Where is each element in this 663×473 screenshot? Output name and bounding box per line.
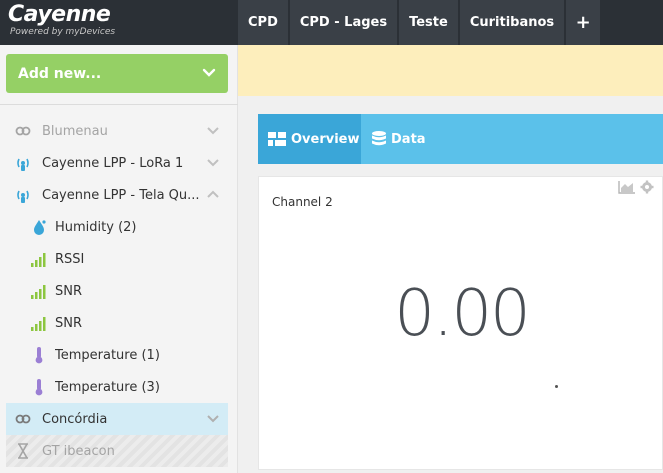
sidebar-item-lora-1[interactable]: Cayenne LPP - LoRa 1	[6, 147, 228, 179]
sidebar-divider	[0, 104, 238, 105]
sidebar-item-label: Humidity (2)	[55, 219, 137, 235]
sidebar-item-label: Concórdia	[42, 411, 108, 427]
wireless-device-icon	[17, 190, 29, 203]
tab-curitibanos[interactable]: Curitibanos	[459, 0, 565, 45]
chevron-down-icon	[202, 68, 216, 77]
cayenne-logo[interactable]: Cayenne Powered by myDevices	[8, 2, 238, 45]
tab-teste[interactable]: Teste	[399, 0, 458, 45]
sidebar-item-label: GT ibeacon	[42, 443, 115, 459]
sidebar-item-blumenau[interactable]: Blumenau	[6, 115, 228, 147]
signal-bars-icon	[31, 285, 46, 299]
chevron-up-icon[interactable]	[206, 189, 220, 201]
sidebar-item-label: RSSI	[55, 251, 85, 267]
tab-overview-label: Overview	[291, 131, 360, 147]
sidebar-item-concordia[interactable]: Concórdia	[6, 403, 228, 435]
sidebar-item-humidity[interactable]: Humidity (2)	[6, 211, 228, 243]
link-icon	[15, 126, 31, 136]
tab-data[interactable]: Data	[361, 114, 441, 164]
sidebar-item-label: SNR	[55, 283, 83, 299]
widget-toolbar	[618, 180, 654, 194]
dashboard-icon	[268, 132, 286, 146]
gear-icon[interactable]	[640, 180, 654, 194]
tab-cpd[interactable]: CPD	[238, 0, 288, 45]
sidebar-item-label: Cayenne LPP - Tela Qu...	[42, 187, 200, 203]
channel-widget: Channel 2 0.00	[258, 176, 663, 470]
add-new-label: Add new...	[18, 65, 102, 82]
sidebar-item-label: Temperature (1)	[55, 347, 160, 363]
widget-value: 0.00	[394, 277, 531, 351]
sidebar-item-label: Temperature (3)	[55, 379, 160, 395]
sidebar-item-label: Blumenau	[42, 123, 108, 139]
sidebar-item-snr[interactable]: SNR	[6, 275, 228, 307]
sidebar-item-label: SNR	[55, 315, 83, 331]
chevron-down-icon[interactable]	[206, 157, 220, 169]
tab-data-label: Data	[391, 131, 426, 147]
notification-banner	[238, 45, 663, 96]
sidebar-item-temperature-3[interactable]: Temperature (3)	[6, 371, 228, 403]
widget-title: Channel 2	[272, 195, 333, 209]
signal-bars-icon	[31, 253, 46, 267]
top-bar: Cayenne Powered by myDevices CPD CPD - L…	[0, 0, 663, 45]
logo-title: Cayenne	[8, 2, 111, 27]
link-icon	[15, 414, 31, 424]
project-tabs: CPD CPD - Lages Teste Curitibanos +	[238, 0, 602, 45]
content-tabs: Overview Data	[258, 114, 663, 164]
sidebar-item-tela[interactable]: Cayenne LPP - Tela Qu...	[6, 179, 228, 211]
signal-bars-icon	[31, 317, 46, 331]
wireless-device-icon	[17, 158, 29, 171]
sidebar-item-temperature-1[interactable]: Temperature (1)	[6, 339, 228, 371]
sidebar-item-snr[interactable]: SNR	[6, 307, 228, 339]
tab-cpd-lages[interactable]: CPD - Lages	[289, 0, 398, 45]
sidebar-item-label: Cayenne LPP - LoRa 1	[42, 155, 184, 171]
add-project-button[interactable]: +	[566, 0, 601, 45]
logo-subtitle: Powered by myDevices	[10, 27, 116, 37]
widget-unit-dot	[555, 385, 558, 388]
thermometer-icon	[35, 347, 43, 364]
hourglass-icon	[18, 443, 28, 459]
thermometer-icon	[35, 379, 43, 396]
database-icon	[372, 131, 386, 146]
add-new-button[interactable]: Add new...	[6, 54, 228, 93]
chevron-down-icon[interactable]	[206, 125, 220, 137]
sidebar: Add new... Blumenau Cayenne LPP - LoRa 1…	[0, 45, 238, 473]
sidebar-item-gt-ibeacon[interactable]: GT ibeacon	[6, 435, 228, 467]
tab-overview[interactable]: Overview	[258, 114, 361, 164]
sidebar-item-rssi[interactable]: RSSI	[6, 243, 228, 275]
chart-icon[interactable]	[618, 180, 636, 194]
humidity-drop-icon	[34, 220, 46, 235]
chevron-down-icon[interactable]	[206, 413, 220, 425]
